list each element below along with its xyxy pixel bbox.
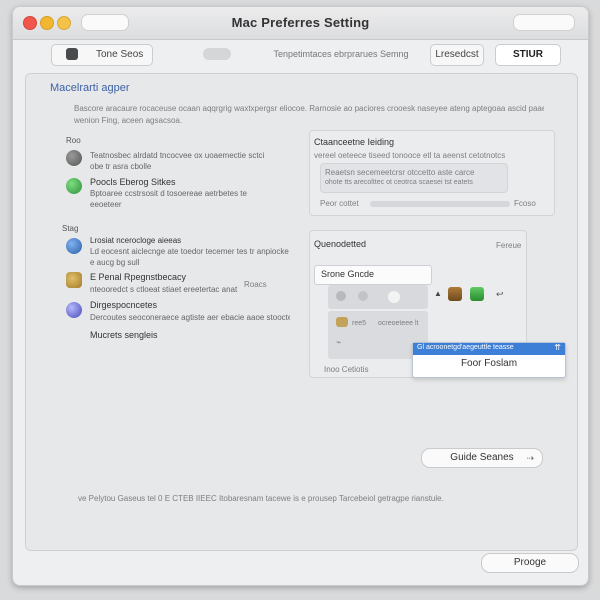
box-icon[interactable] xyxy=(448,287,462,301)
row-desc-3: Ld eocesnt aiclecnge ate toedor tecemer … xyxy=(90,247,289,267)
row-desc-1[interactable]: Teatnosbec alrdatd tncocvee ox uoaemecti… xyxy=(90,150,278,172)
intro-line-1: Bascore aracaure rocaceuse ocaan aqqrgri… xyxy=(74,104,544,113)
row-title-5[interactable]: Dirgespocncetes xyxy=(90,300,157,310)
globe-icon xyxy=(66,238,82,254)
row-title-4[interactable]: E Penal Rpegnstbecacy xyxy=(90,272,186,282)
lresedcst-button[interactable]: Lresedcst xyxy=(430,44,484,66)
options-card-top-right[interactable]: Fereue xyxy=(496,241,521,251)
folder-icon xyxy=(66,272,82,288)
row-desc-2: Bptoaree ccstrsosit d tosoereae aetrbete… xyxy=(90,189,247,209)
expand-icon: ⇈ xyxy=(554,343,561,352)
info-card-inner: Reaetsn secemeetcrsr otccetto aste carce… xyxy=(320,163,508,193)
popup-header[interactable]: Gl acroonetgd'aegeuttle teasse ⇈ xyxy=(413,343,565,355)
preferences-window: Mac Preferres Setting Tone Seos Tenpetim… xyxy=(12,6,589,586)
info-card: Ctaanceetne Ieiding vereel oeteece tisee… xyxy=(309,130,555,216)
popup-item[interactable]: Foor Foslam xyxy=(413,358,565,369)
popup-menu: Gl acroonetgd'aegeuttle teasse ⇈ Foor Fo… xyxy=(412,342,566,378)
apple-icon xyxy=(66,48,78,60)
tone-seos-button[interactable]: Tone Seos xyxy=(51,44,153,66)
row-title-2[interactable]: Poocls Eberog Sitkes xyxy=(90,177,176,187)
forward-icon[interactable]: ↩ xyxy=(496,289,504,300)
search-field[interactable] xyxy=(513,14,575,31)
info-card-title: Ctaanceetne Ieiding xyxy=(314,137,395,147)
aux-text-1: ree5 xyxy=(352,320,367,327)
toggle-icon[interactable] xyxy=(203,48,231,60)
popup-header-text: Gl acroonetgd'aegeuttle teasse xyxy=(417,344,514,351)
footer-note: ve Pelytou Gaseus tel 0 E CTEB IIEEC Ito… xyxy=(78,494,444,503)
aux-label-roacs: Roacs xyxy=(244,280,267,289)
info-card-progress xyxy=(370,201,510,207)
window-title: Mac Preferres Setting xyxy=(231,15,370,30)
stone-grade-dropdown[interactable]: Srone Gncde xyxy=(314,265,432,285)
group-footer: Mucrets sengleis xyxy=(90,330,158,340)
guide-button[interactable]: Guide Seanes ⇢ xyxy=(421,448,543,468)
circle-icon-2 xyxy=(358,291,368,301)
green-status-icon xyxy=(66,178,82,194)
aux-text-2: ocreoeteee lt xyxy=(378,320,419,327)
light-icon xyxy=(388,291,400,303)
arrow-icon: ▲ xyxy=(434,289,442,298)
preview-strip xyxy=(328,285,428,309)
toolbar: Tone Seos Tenpetimtaces ebrprarues Semng… xyxy=(13,40,588,72)
info-card-footer-left: Peor cottet xyxy=(320,199,359,208)
panel-heading: Macelrarti agper xyxy=(50,82,130,94)
options-card-title: Quenodetted xyxy=(314,239,367,249)
info-card-line-2: ohote tts arecolttec ot ceotrca scaesei … xyxy=(325,179,473,186)
link-icon: ⌁ xyxy=(336,337,342,347)
info-card-subtitle: vereel oeteece tiseed tonooce etl ta aee… xyxy=(314,151,506,160)
main-panel: Macelrarti agper Bascore aracaure rocace… xyxy=(25,73,578,551)
row-desc-5: Dercoutes seoconeraece agtiste aer ebaci… xyxy=(90,313,290,322)
prooge-button[interactable]: Prooge xyxy=(481,553,579,573)
lock-icon xyxy=(336,317,348,327)
group-label-roo: Roo xyxy=(66,136,81,145)
options-card-bottom-label: Inoo Cetiotis xyxy=(324,365,369,374)
profile-icon xyxy=(66,302,82,318)
guide-button-label: Guide Seanes xyxy=(450,452,514,463)
title-bar: Mac Preferres Setting xyxy=(13,7,588,40)
info-card-line-1: Reaetsn secemeetcrsr otccetto aste carce xyxy=(325,168,475,177)
guide-arrow-icon: ⇢ xyxy=(526,453,534,463)
intro-line-2: wenion Fing, aceen agsacsoa. xyxy=(74,116,183,125)
info-card-footer-right[interactable]: Fcoso xyxy=(514,199,536,209)
stiur-button[interactable]: STIUR xyxy=(495,44,561,66)
group-label-stag: Stag xyxy=(62,224,79,233)
tone-seos-label: Tone Seos xyxy=(96,49,144,60)
grid-icon[interactable] xyxy=(470,287,484,301)
row-title-3[interactable]: Lrosiat ncerocloge aieeas xyxy=(90,236,181,245)
toolbar-center-label[interactable]: Tenpetimtaces ebrprarues Semng xyxy=(251,44,431,64)
gear-icon xyxy=(66,150,82,166)
dropdown-label: Srone Gncde xyxy=(321,269,375,279)
circle-icon xyxy=(336,291,346,301)
